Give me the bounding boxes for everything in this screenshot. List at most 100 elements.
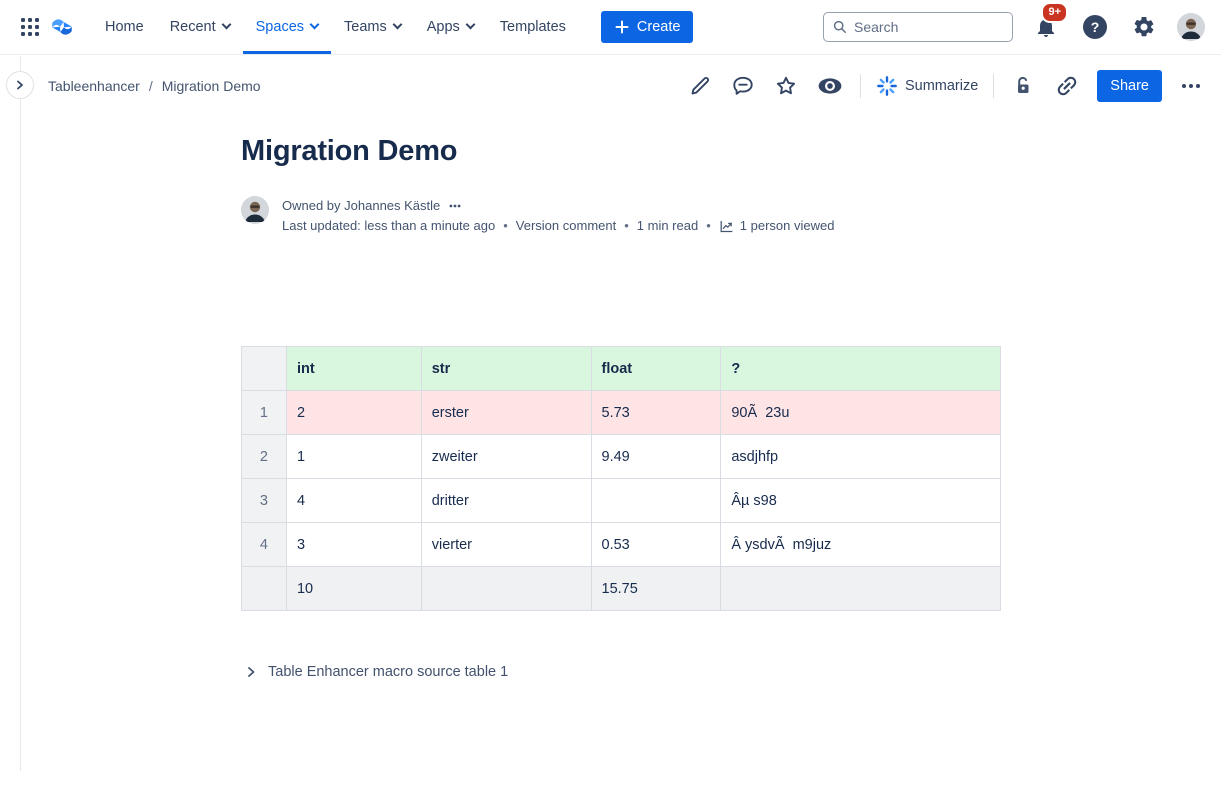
copy-link-button[interactable] — [1052, 71, 1082, 101]
chevron-down-icon — [221, 20, 231, 30]
table-cell: 5.73 — [591, 391, 721, 435]
row-number-cell — [242, 567, 287, 611]
nav-item-spaces[interactable]: Spaces — [243, 0, 331, 54]
column-header-question: ? — [721, 347, 1001, 391]
column-header-str: str — [421, 347, 591, 391]
search-icon — [833, 19, 847, 35]
breadcrumb-page-link[interactable]: Migration Demo — [162, 78, 261, 94]
chevron-down-icon — [465, 20, 475, 30]
settings-button[interactable] — [1128, 11, 1160, 43]
table-footer-cell — [721, 567, 1001, 611]
table-cell: 2 — [286, 391, 421, 435]
table-cell: erster — [421, 391, 591, 435]
row-number-cell: 3 — [242, 479, 287, 523]
nav-label-apps: Apps — [427, 19, 460, 35]
last-updated-text[interactable]: Last updated: less than a minute ago — [282, 216, 495, 236]
byline: Owned by Johannes Kästle Last updated: l… — [241, 196, 1001, 236]
column-header-float: float — [591, 347, 721, 391]
meta-separator: • — [706, 216, 711, 236]
nav-item-recent[interactable]: Recent — [157, 0, 243, 54]
toolbar-divider — [993, 74, 994, 98]
table-cell: zweiter — [421, 435, 591, 479]
owner-avatar[interactable] — [241, 196, 269, 224]
share-button[interactable]: Share — [1097, 70, 1162, 102]
confluence-logo[interactable] — [46, 11, 78, 43]
read-time-text: 1 min read — [637, 216, 698, 236]
help-button[interactable]: ? — [1079, 11, 1111, 43]
link-icon — [1054, 73, 1080, 99]
table-footer-cell: 15.75 — [591, 567, 721, 611]
gear-icon — [1132, 15, 1156, 39]
nav-label-spaces: Spaces — [256, 19, 304, 35]
ai-sparkle-icon — [876, 75, 898, 97]
restrictions-button[interactable] — [1009, 72, 1037, 100]
table-cell: 90Ã 23u — [721, 391, 1001, 435]
table-cell: Â ysdvÃ m9juz — [721, 523, 1001, 567]
sidebar-rail-divider — [20, 56, 21, 771]
meta-separator: • — [503, 216, 508, 236]
table-row: 21zweiter9.49asdjhfp — [242, 435, 1001, 479]
table-cell: vierter — [421, 523, 591, 567]
create-button[interactable]: Create — [601, 11, 694, 43]
pencil-icon — [688, 74, 712, 98]
nav-item-templates[interactable]: Templates — [487, 0, 579, 54]
search-input[interactable] — [854, 19, 1003, 35]
more-actions-button[interactable] — [1177, 72, 1205, 100]
row-number-cell: 2 — [242, 435, 287, 479]
table-cell — [591, 479, 721, 523]
page-title: Migration Demo — [241, 133, 1001, 169]
owner-avatar-image — [241, 196, 269, 224]
page-toolbar: Tableenhancer / Migration Demo — [0, 55, 1221, 116]
unlock-icon — [1011, 74, 1035, 98]
expand-sidebar-button[interactable] — [6, 71, 34, 99]
summarize-button[interactable]: Summarize — [876, 75, 978, 97]
nav-item-home[interactable]: Home — [92, 0, 157, 54]
table-header-row: intstrfloat? — [242, 347, 1001, 391]
table-cell: 1 — [286, 435, 421, 479]
search-box[interactable] — [823, 12, 1013, 42]
watch-button[interactable] — [815, 71, 845, 101]
breadcrumb-space-link[interactable]: Tableenhancer — [48, 78, 140, 94]
table-footer-cell — [421, 567, 591, 611]
nav-item-teams[interactable]: Teams — [331, 0, 414, 54]
notifications-button[interactable]: 9+ — [1030, 11, 1062, 43]
notification-badge: 9+ — [1041, 2, 1068, 23]
nav-item-apps[interactable]: Apps — [414, 0, 487, 54]
breadcrumb-separator: / — [149, 78, 153, 94]
byline-more-icon[interactable] — [448, 199, 462, 213]
version-comment-link[interactable]: Version comment — [516, 216, 616, 236]
owner-text[interactable]: Owned by Johannes Kästle — [282, 196, 440, 216]
table-cell: 3 — [286, 523, 421, 567]
primary-nav: Home Recent Spaces Teams Apps Templates — [92, 0, 579, 54]
star-icon — [774, 74, 798, 98]
viewed-text: 1 person viewed — [740, 216, 835, 236]
plus-icon — [614, 19, 630, 35]
analytics-link[interactable]: 1 person viewed — [719, 216, 835, 236]
help-icon: ? — [1083, 15, 1107, 39]
user-avatar-image — [1177, 13, 1205, 41]
table-cell: Âµ s98 — [721, 479, 1001, 523]
top-navigation-bar: Home Recent Spaces Teams Apps Templates … — [0, 0, 1221, 55]
app-switcher-button[interactable] — [14, 11, 46, 43]
nav-label-recent: Recent — [170, 19, 216, 35]
eye-icon — [817, 73, 843, 99]
table-row: 34dritterÂµ s98 — [242, 479, 1001, 523]
star-button[interactable] — [772, 72, 800, 100]
help-glyph: ? — [1091, 19, 1100, 35]
edit-button[interactable] — [686, 72, 714, 100]
row-number-cell: 1 — [242, 391, 287, 435]
expand-macro-toggle[interactable]: Table Enhancer macro source table 1 — [241, 664, 508, 680]
confluence-logo-icon — [49, 14, 75, 40]
table-row: 43vierter0.53Â ysdvÃ m9juz — [242, 523, 1001, 567]
comment-button[interactable] — [729, 72, 757, 100]
toolbar-divider — [860, 74, 861, 98]
page-content: Migration Demo Owned by Johannes Kästle … — [241, 116, 1001, 680]
user-avatar[interactable] — [1177, 13, 1205, 41]
table-row: 12erster5.7390Ã 23u — [242, 391, 1001, 435]
expand-macro-label: Table Enhancer macro source table 1 — [268, 664, 508, 680]
table-cell: asdjhfp — [721, 435, 1001, 479]
comment-icon — [731, 74, 755, 98]
meta-separator: • — [624, 216, 629, 236]
breadcrumb: Tableenhancer / Migration Demo — [48, 78, 261, 94]
table-footer-row: 1015.75 — [242, 567, 1001, 611]
